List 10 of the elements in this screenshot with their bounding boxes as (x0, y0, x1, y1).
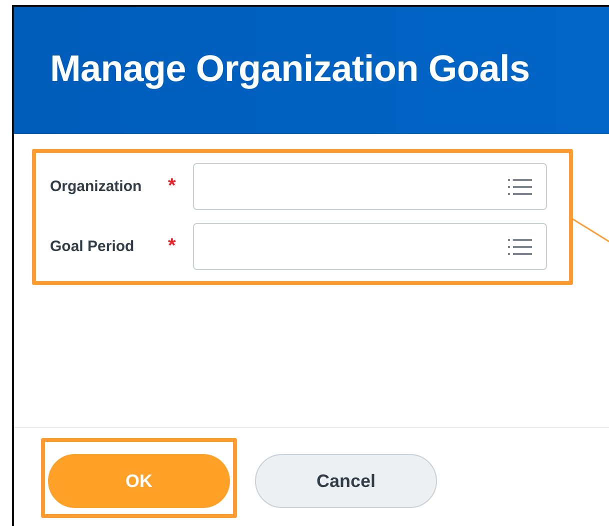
required-mark: * (168, 175, 177, 198)
input-field[interactable] (193, 163, 547, 210)
input-field[interactable] (193, 223, 547, 270)
cancel-button[interactable]: Cancel (255, 454, 437, 508)
dialog-title: Manage Organization Goals (50, 48, 530, 90)
field-label: Goal Period (50, 238, 136, 255)
list-icon[interactable] (508, 178, 532, 194)
field-label: Organization (50, 178, 143, 195)
list-icon[interactable] (508, 238, 532, 254)
required-mark: * (168, 235, 177, 258)
